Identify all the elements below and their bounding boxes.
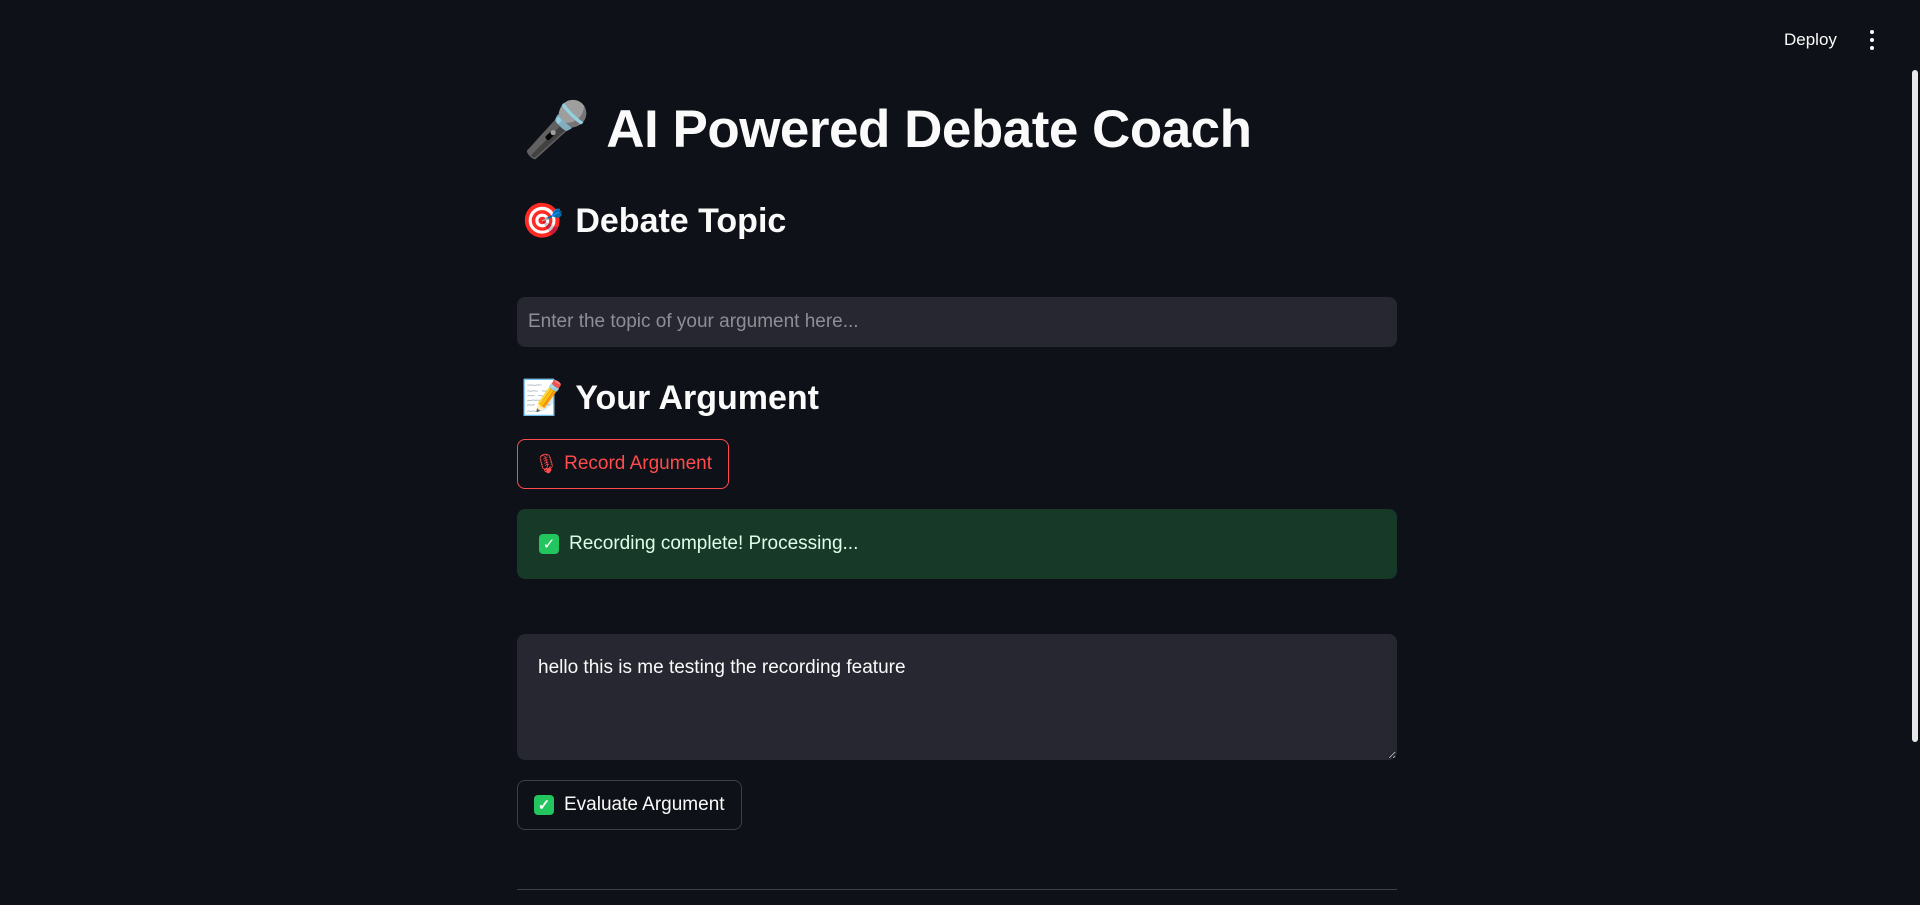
debate-topic-heading-text: Debate Topic <box>575 202 787 240</box>
page-title-text: AI Powered Debate Coach <box>606 100 1252 159</box>
argument-text-area[interactable]: hello this is me testing the recording f… <box>517 634 1397 760</box>
check-mark-icon: ✓ <box>539 534 559 554</box>
deploy-button[interactable]: Deploy <box>1774 24 1847 56</box>
debate-topic-input[interactable] <box>517 297 1397 347</box>
vertical-ellipsis-icon-dot <box>1870 38 1874 42</box>
section-divider <box>517 889 1397 890</box>
record-argument-button[interactable]: 🎙 Record Argument <box>517 439 729 489</box>
page-title: 🎤 AI Powered Debate Coach <box>523 100 1252 160</box>
check-mark-icon: ✓ <box>534 795 554 815</box>
evaluate-argument-button[interactable]: ✓ Evaluate Argument <box>517 780 742 830</box>
microphone-icon: 🎤 <box>523 100 591 160</box>
app-header: Deploy <box>0 0 1920 80</box>
vertical-ellipsis-icon-dot <box>1870 46 1874 50</box>
success-message: Recording complete! Processing... <box>569 533 859 554</box>
target-icon: 🎯 <box>521 202 564 240</box>
recording-success-alert: ✓ Recording complete! Processing... <box>517 509 1397 579</box>
evaluate-argument-label: Evaluate Argument <box>564 794 725 815</box>
page-scrollbar[interactable] <box>1912 70 1918 742</box>
studio-microphone-icon: 🎙 <box>534 454 559 475</box>
your-argument-heading: 📝 Your Argument <box>521 378 819 418</box>
vertical-ellipsis-icon <box>1870 30 1874 34</box>
debate-topic-heading: 🎯 Debate Topic <box>521 201 786 241</box>
your-argument-heading-text: Your Argument <box>575 379 820 417</box>
main-menu-button[interactable] <box>1860 24 1884 56</box>
memo-icon: 📝 <box>521 379 564 417</box>
record-argument-label: Record Argument <box>564 453 712 474</box>
